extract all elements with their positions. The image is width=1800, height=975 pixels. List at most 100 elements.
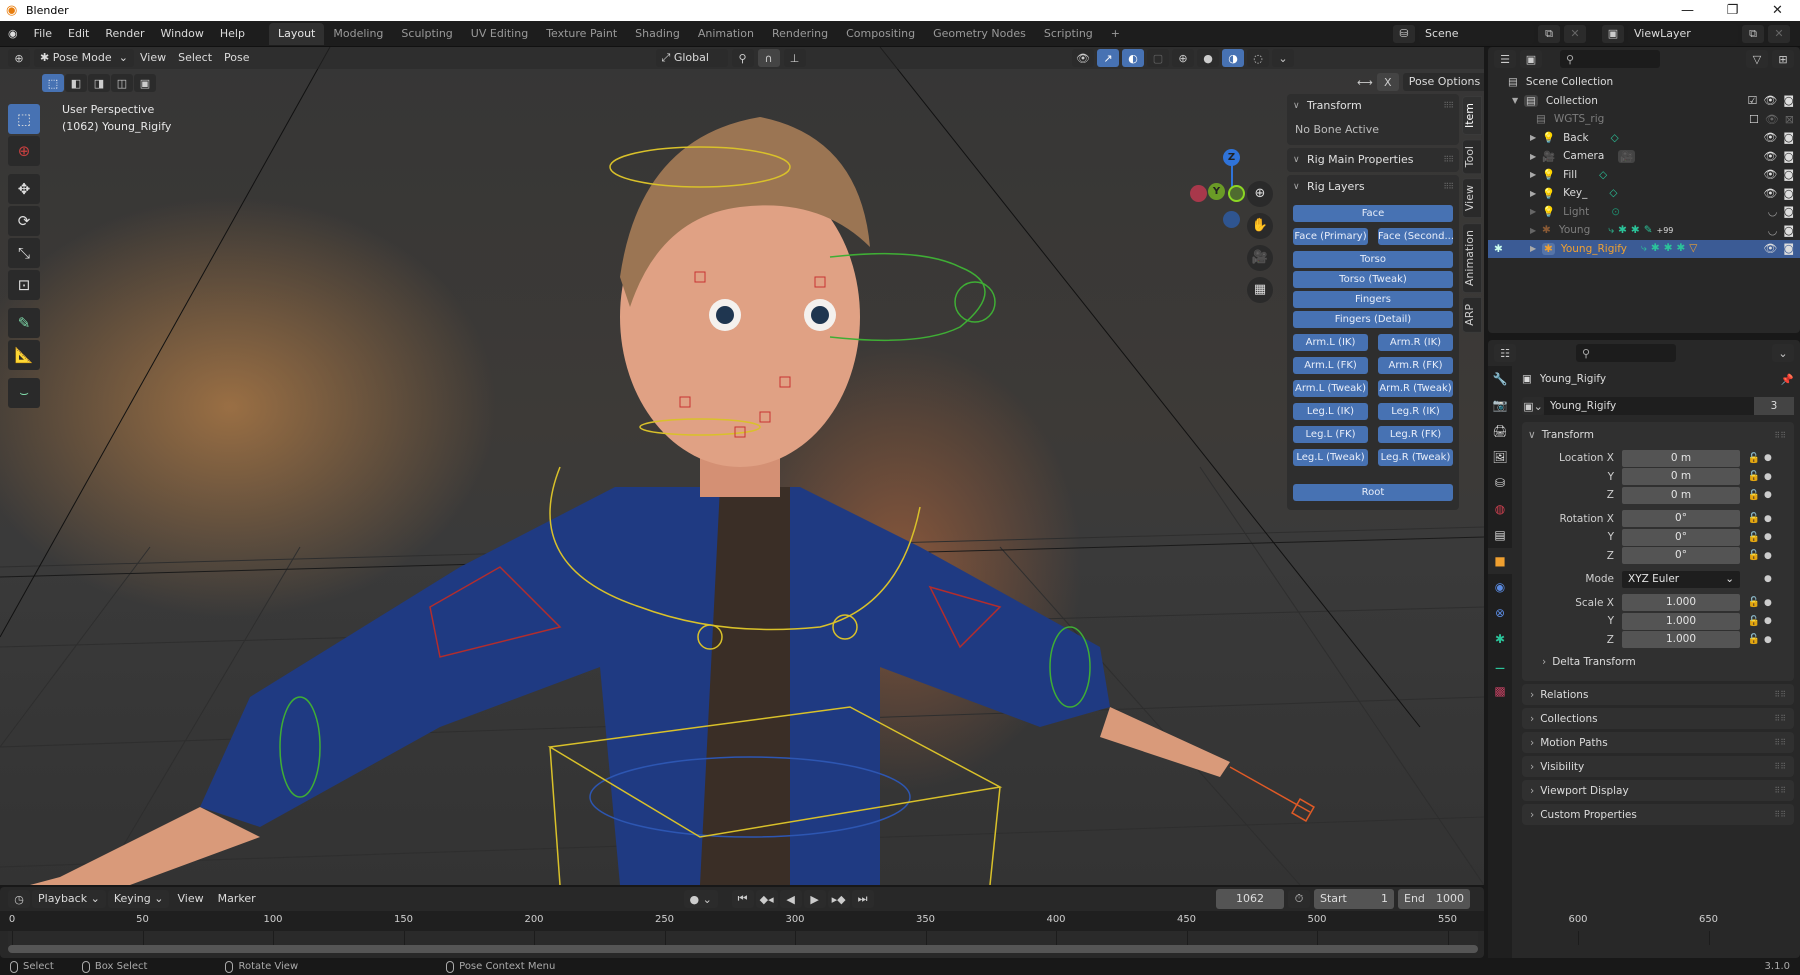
end-frame-field[interactable]: End 1000	[1398, 889, 1470, 909]
constraints-tab-icon[interactable]: ⊗	[1488, 600, 1512, 626]
layer-arm-r-fk-button[interactable]: Arm.R (FK)	[1378, 357, 1453, 374]
layer-leg-l-ik-button[interactable]: Leg.L (IK)	[1293, 403, 1368, 420]
layer-arm-r-ik-button[interactable]: Arm.R (IK)	[1378, 334, 1453, 351]
render-camera-icon[interactable]: ◙	[1783, 94, 1794, 107]
scene-field[interactable]: Scene	[1419, 23, 1534, 44]
texture-tab-icon[interactable]: ▩	[1488, 678, 1512, 704]
exclude-checkbox[interactable]: ☐	[1749, 113, 1759, 126]
layer-leg-r-ik-button[interactable]: Leg.R (IK)	[1378, 403, 1453, 420]
sidebar-tab-view[interactable]: View	[1462, 178, 1482, 219]
collection-tab-icon[interactable]: ▤	[1488, 522, 1512, 548]
visibility-section[interactable]: › Visibility ⠿⠿	[1522, 756, 1794, 777]
tab-compositing[interactable]: Compositing	[837, 23, 924, 45]
properties-search-input[interactable]: ⚲	[1576, 344, 1676, 362]
exclude-checkbox[interactable]: ☑	[1747, 94, 1757, 107]
timeline-menu-view[interactable]: View	[171, 890, 209, 908]
outliner-item[interactable]: ▶ 💡 Back ◇ 👁 ◙	[1488, 129, 1800, 148]
perspective-toggle-icon[interactable]: ▦	[1247, 277, 1273, 303]
close-button[interactable]: ✕	[1755, 3, 1800, 18]
tab-rendering[interactable]: Rendering	[763, 23, 837, 45]
camera-view-icon[interactable]: 🎥	[1247, 245, 1273, 271]
outliner-item[interactable]: ▶ ✱ Young ⤷✱✱✎ +99 ◡ ◙	[1488, 221, 1800, 240]
layer-leg-r-fk-button[interactable]: Leg.R (FK)	[1378, 426, 1453, 443]
options-chevron-icon[interactable]: ⌄	[1772, 344, 1794, 362]
drag-grip-icon[interactable]: ⠿⠿	[1774, 690, 1786, 699]
outliner-search-input[interactable]: ⚲	[1560, 50, 1660, 68]
preview-range-stopwatch-icon[interactable]: ⏱	[1288, 890, 1310, 908]
output-tab-icon[interactable]: 🖨	[1488, 418, 1512, 444]
lock-icon[interactable]: 🔓	[1744, 490, 1764, 501]
jump-prev-keyframe-icon[interactable]: ◆◂	[755, 890, 778, 908]
rendered-shading-icon[interactable]: ◌	[1247, 49, 1269, 67]
expand-arrow-icon[interactable]: ▼	[1512, 96, 1524, 105]
tab-texture-paint[interactable]: Texture Paint	[537, 23, 626, 45]
visibility-eye-icon[interactable]: 👁	[1763, 242, 1777, 255]
layer-leg-r-tweak-button[interactable]: Leg.R (Tweak)	[1378, 449, 1453, 466]
keyframe-dot-icon[interactable]: ●	[1764, 514, 1772, 524]
layer-arm-l-tweak-button[interactable]: Arm.L (Tweak)	[1293, 380, 1368, 397]
tab-layout[interactable]: Layout	[268, 22, 325, 45]
drag-grip-icon[interactable]: ⠿⠿	[1774, 810, 1786, 819]
properties-editor-type-icon[interactable]: ☷	[1494, 344, 1516, 362]
layer-arm-l-ik-button[interactable]: Arm.L (IK)	[1293, 334, 1368, 351]
tab-scripting[interactable]: Scripting	[1035, 23, 1102, 45]
mirror-x-toggle[interactable]: X	[1376, 73, 1399, 91]
outliner-item[interactable]: ▶ 💡 Fill ◇ 👁 ◙	[1488, 166, 1800, 185]
material-preview-shading-icon[interactable]: ◑	[1222, 49, 1244, 67]
pose-options-dropdown[interactable]: Pose Options ⌄	[1402, 73, 1484, 91]
display-mode-icon[interactable]: ▣	[1520, 50, 1542, 68]
jump-next-keyframe-icon[interactable]: ▸◆	[827, 890, 850, 908]
bone-tab-icon[interactable]: ⚊	[1488, 652, 1512, 678]
viewport-menu-select[interactable]: Select	[172, 49, 218, 67]
visibility-hidden-icon[interactable]: ◡	[1768, 224, 1778, 237]
physics-tab-icon[interactable]: ◉	[1488, 574, 1512, 600]
play-reverse-icon[interactable]: ◀	[779, 890, 802, 908]
keyframe-dot-icon[interactable]: ●	[1764, 490, 1772, 500]
drag-grip-icon[interactable]: ⠿⠿	[1774, 738, 1786, 747]
keyframe-dot-icon[interactable]: ●	[1764, 453, 1772, 463]
3d-viewport[interactable]: ⊕ ✱ Pose Mode ⌄ View Select Pose ⤢ Globa…	[0, 47, 1484, 885]
render-camera-icon[interactable]: ◙	[1783, 242, 1794, 255]
modifier-icons[interactable]: ⤷✱✱✎	[1608, 224, 1656, 237]
keyframe-dot-icon[interactable]: ●	[1764, 616, 1772, 626]
expand-arrow-icon[interactable]: ▶	[1530, 189, 1542, 198]
gizmo-z-icon[interactable]: Z	[1223, 149, 1240, 166]
expand-arrow-icon[interactable]: ▶	[1530, 244, 1542, 253]
layer-face-button[interactable]: Face	[1293, 205, 1453, 222]
rotation-z-field[interactable]: 0°	[1622, 547, 1740, 565]
snap-toggle-icon[interactable]: ∩	[757, 49, 780, 67]
viewport-menu-view[interactable]: View	[134, 49, 172, 67]
gizmo-neg-y-icon[interactable]	[1228, 185, 1245, 202]
overlays-toggle-icon[interactable]: ◐	[1122, 49, 1144, 67]
zoom-view-icon[interactable]: ⊕	[1247, 181, 1273, 207]
expand-arrow-icon[interactable]: ▶	[1530, 152, 1542, 161]
viewport-menu-pose[interactable]: Pose	[218, 49, 255, 67]
lock-icon[interactable]: 🔓	[1744, 453, 1764, 464]
gizmo-toggle-icon[interactable]: ↗	[1097, 49, 1119, 67]
scene-selector-icon[interactable]: ⛁	[1393, 24, 1415, 43]
rig-main-properties-header[interactable]: ∨ Rig Main Properties ⠿⠿	[1293, 151, 1454, 169]
keying-menu[interactable]: Keying ⌄	[107, 890, 170, 908]
delete-view-layer-icon[interactable]: ✕	[1768, 24, 1790, 43]
sidebar-tab-animation[interactable]: Animation	[1462, 222, 1482, 293]
transform-orientation-dropdown[interactable]: ⤢ Global	[655, 49, 728, 67]
lock-icon[interactable]: 🔓	[1744, 550, 1764, 561]
tab-shading[interactable]: Shading	[626, 23, 689, 45]
current-frame-field[interactable]: 1062	[1216, 889, 1284, 909]
render-tab-icon[interactable]: 📷	[1488, 392, 1512, 418]
visibility-eye-icon[interactable]: 👁	[1763, 168, 1777, 181]
keyframe-dot-icon[interactable]: ●	[1764, 574, 1772, 584]
keyframe-dot-icon[interactable]: ●	[1764, 551, 1772, 561]
cursor-tool-icon[interactable]: ⊕	[8, 136, 40, 166]
collections-section[interactable]: › Collections ⠿⠿	[1522, 708, 1794, 729]
layer-root-button[interactable]: Root	[1293, 484, 1453, 501]
shading-options-chevron-icon[interactable]: ⌄	[1272, 49, 1294, 67]
menu-file[interactable]: File	[26, 21, 60, 47]
lock-icon[interactable]: 🔓	[1744, 532, 1764, 543]
location-x-field[interactable]: 0 m	[1622, 449, 1740, 467]
location-z-field[interactable]: 0 m	[1622, 486, 1740, 504]
motion-paths-section[interactable]: › Motion Paths ⠿⠿	[1522, 732, 1794, 753]
user-count[interactable]: 3	[1754, 397, 1794, 415]
sidebar-tab-tool[interactable]: Tool	[1462, 139, 1482, 175]
visibility-eye-icon[interactable]: 👁	[1765, 113, 1779, 126]
